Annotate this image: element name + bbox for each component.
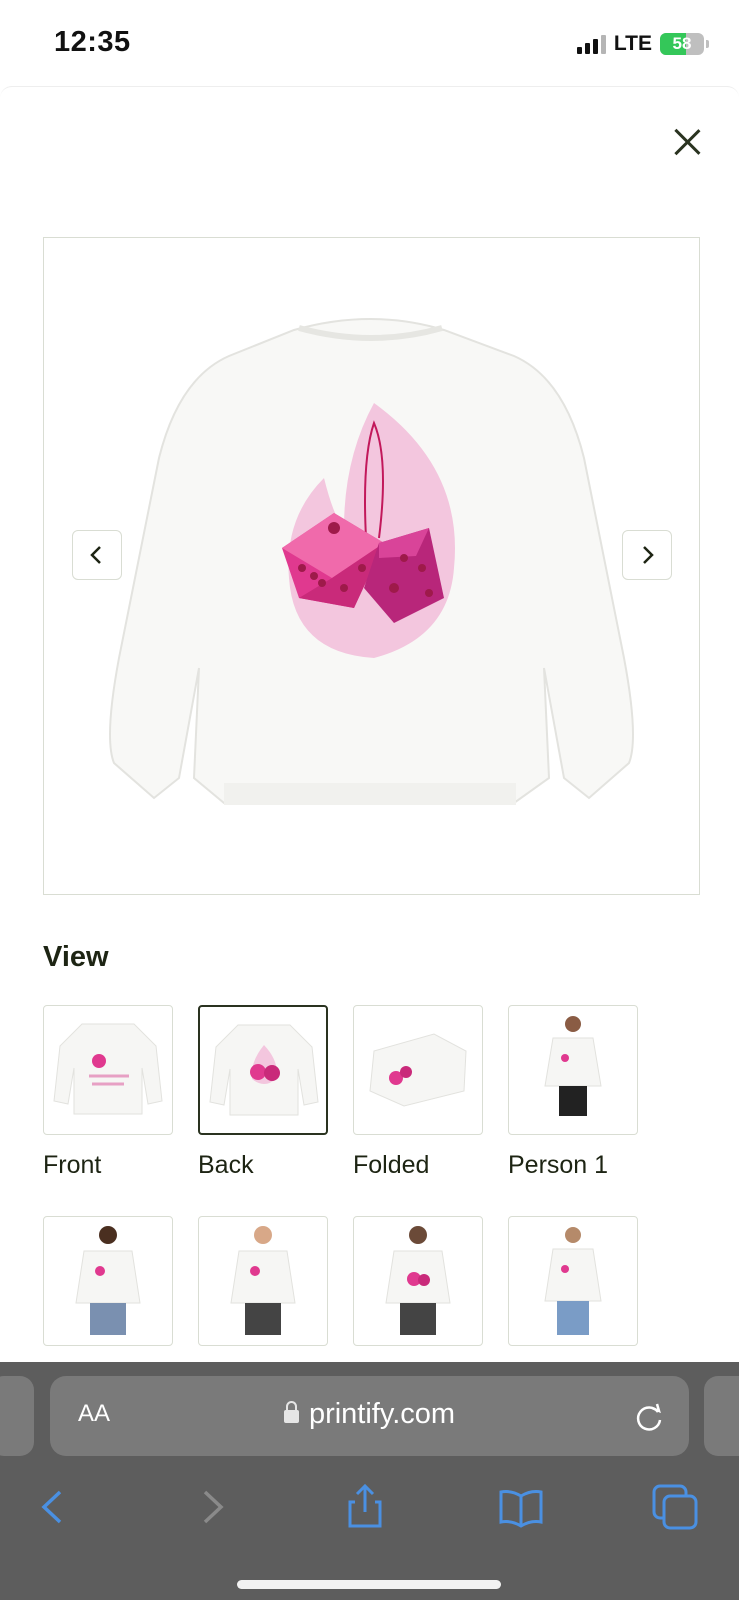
thumbnail-label: Back [198, 1151, 254, 1179]
network-type: LTE [613, 32, 652, 55]
main-product-image [43, 237, 700, 895]
chevron-right-icon [643, 546, 654, 564]
close-icon[interactable] [668, 123, 706, 161]
url-domain: printify.com [308, 1398, 456, 1430]
address-bar[interactable]: AA printify.com [50, 1376, 689, 1456]
sweatshirt-back-thumb [209, 1024, 319, 1116]
sweatshirt-back-image [109, 318, 634, 805]
share-icon[interactable] [340, 1482, 390, 1532]
browser-bar: AA printify.com [0, 1362, 739, 1600]
reload-icon[interactable] [632, 1400, 666, 1434]
previous-tab-peek[interactable] [0, 1376, 34, 1456]
url-display[interactable]: printify.com [50, 1398, 689, 1431]
model-woman-front-thumb [544, 1016, 602, 1116]
thumbnail-model-man[interactable] [43, 1216, 173, 1346]
product-image-sheet: View Front Back Folded Person 1 [0, 86, 739, 1362]
battery-tip [706, 40, 709, 48]
bookmarks-icon[interactable] [496, 1482, 546, 1532]
model-woman-2-front-thumb [544, 1227, 602, 1335]
forward-arrow-icon[interactable] [185, 1482, 235, 1532]
thumbnail-front[interactable] [43, 1005, 173, 1135]
next-image-button[interactable] [622, 530, 672, 580]
view-section-title: View [43, 941, 109, 973]
battery-icon: 58 [660, 33, 704, 55]
thumbnail-person-1[interactable] [508, 1005, 638, 1135]
back-arrow-icon[interactable] [30, 1482, 80, 1532]
next-tab-peek[interactable] [704, 1376, 739, 1456]
model-man-back-thumb [385, 1226, 451, 1335]
tabs-icon[interactable] [650, 1482, 700, 1532]
status-time: 12:35 [54, 26, 131, 58]
status-bar: 12:35 LTE 58 [0, 0, 739, 88]
thumbnail-label: Person 1 [508, 1151, 609, 1179]
cellular-signal-icon [576, 34, 606, 54]
previous-image-button[interactable] [72, 530, 122, 580]
thumbnail-back[interactable] [198, 1005, 328, 1135]
chevron-left-icon [90, 546, 101, 564]
lock-icon [283, 1401, 299, 1423]
thumbnail-model-woman-2[interactable] [508, 1216, 638, 1346]
status-indicators: LTE 58 [576, 32, 709, 56]
model-man-front-thumb [75, 1226, 141, 1335]
thumbnail-folded[interactable] [353, 1005, 483, 1135]
battery-level: 58 [672, 34, 692, 53]
home-indicator [237, 1580, 501, 1589]
sweatshirt-folded-thumb [369, 1033, 467, 1107]
thumbnail-model-back[interactable] [353, 1216, 483, 1346]
model-man-2-front-thumb [230, 1226, 296, 1335]
browser-toolbar [0, 1472, 739, 1542]
thumbnail-label: Folded [353, 1151, 430, 1179]
thumbnail-label: Front [43, 1151, 102, 1179]
thumbnail-model-man-2[interactable] [198, 1216, 328, 1346]
sweatshirt-front-thumb [53, 1023, 163, 1115]
